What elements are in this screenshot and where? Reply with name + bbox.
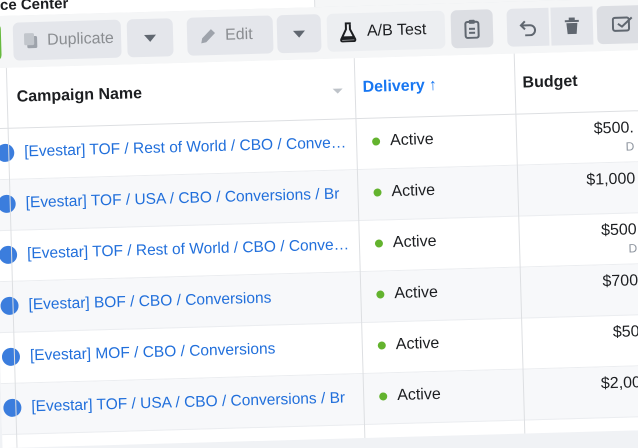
column-header-budget[interactable]: Budget (522, 49, 638, 113)
row-toggle[interactable] (0, 245, 18, 265)
edit-button[interactable]: Edit (186, 15, 274, 56)
active-status-dot (376, 290, 385, 299)
campaign-name-link[interactable]: [Evestar] TOF / USA / CBO / Conversions … (25, 185, 351, 212)
campaign-name-link[interactable]: [Evestar] TOF / USA / CBO / Conversions … (31, 389, 357, 416)
delivery-status-label: Active (394, 283, 439, 303)
active-status-dot (379, 392, 388, 401)
delivery-status: Active (376, 284, 438, 304)
edit-label: Edit (224, 25, 253, 44)
ab-test-button[interactable]: A/B Test (326, 10, 446, 52)
ab-test-label: A/B Test (366, 21, 427, 40)
delivery-status-label: Active (395, 334, 440, 354)
clipboard-icon (464, 19, 481, 39)
row-toggle[interactable] (0, 296, 19, 316)
delivery-status-label: Active (392, 232, 437, 252)
delivery-status: Active (373, 182, 435, 202)
row-toggle[interactable] (0, 194, 16, 214)
delivery-status-label: Active (396, 385, 441, 405)
column-header-campaign-name[interactable]: Campaign Name (16, 58, 348, 127)
delivery-status-label: Active (391, 181, 436, 201)
budget-period: D (625, 139, 635, 154)
column-header-delivery[interactable]: Delivery ↑ (362, 54, 514, 118)
budget-value[interactable]: $50 (529, 323, 638, 344)
edit-rules-icon (611, 15, 634, 34)
campaign-name-link[interactable]: [Evestar] BOF / CBO / Conversions (28, 287, 354, 314)
delivery-status-label: Active (389, 130, 434, 150)
active-status-dot (377, 341, 386, 350)
duplicate-label: Duplicate (46, 29, 115, 49)
campaign-name-link[interactable]: [Evestar] MOF / CBO / Conversions (30, 338, 356, 365)
delete-button[interactable] (550, 6, 594, 46)
budget-value[interactable]: $2,00 (531, 374, 638, 395)
duplicate-icon (23, 32, 39, 50)
campaign-name-link[interactable]: [Evestar] TOF / Rest of World / CBO / Co… (24, 134, 350, 161)
create-button[interactable] (0, 22, 2, 62)
active-status-dot (374, 239, 384, 248)
delivery-status: Active (377, 334, 440, 355)
clipboard-button[interactable] (450, 9, 494, 49)
edit-rules-button[interactable] (596, 4, 638, 45)
budget-value[interactable]: $500 (526, 221, 637, 242)
duplicate-dropdown-button[interactable] (126, 18, 174, 58)
delivery-header-label: Delivery (362, 77, 426, 96)
campaign-name-link[interactable]: [Evestar] TOF / Rest of World / CBO / Co… (27, 236, 353, 263)
chevron-down-icon (144, 34, 157, 42)
active-status-dot (373, 188, 382, 197)
row-toggle[interactable] (3, 398, 22, 418)
budget-value[interactable]: $700 (528, 272, 638, 293)
chevron-down-icon (292, 29, 306, 38)
budget-value[interactable]: $1,000 (525, 170, 635, 191)
budget-period: D (628, 241, 638, 256)
flask-icon (339, 22, 358, 43)
budget-value[interactable]: $500. (524, 119, 635, 140)
undo-button[interactable] (506, 7, 550, 47)
delivery-status: Active (379, 386, 441, 406)
delivery-status: Active (374, 232, 437, 253)
sort-caret-icon[interactable] (332, 88, 343, 94)
undo-icon (519, 18, 537, 37)
sort-ascending-icon: ↑ (428, 76, 438, 95)
campaign-table: Campaign Name Delivery ↑ Budget [Evestar… (0, 49, 638, 448)
active-status-dot (371, 137, 381, 146)
duplicate-button[interactable]: Duplicate (12, 19, 122, 61)
edit-dropdown-button[interactable] (276, 14, 322, 54)
delivery-status: Active (371, 130, 434, 151)
row-toggle[interactable] (1, 347, 21, 367)
trash-icon (564, 17, 580, 35)
pencil-icon (199, 27, 217, 45)
